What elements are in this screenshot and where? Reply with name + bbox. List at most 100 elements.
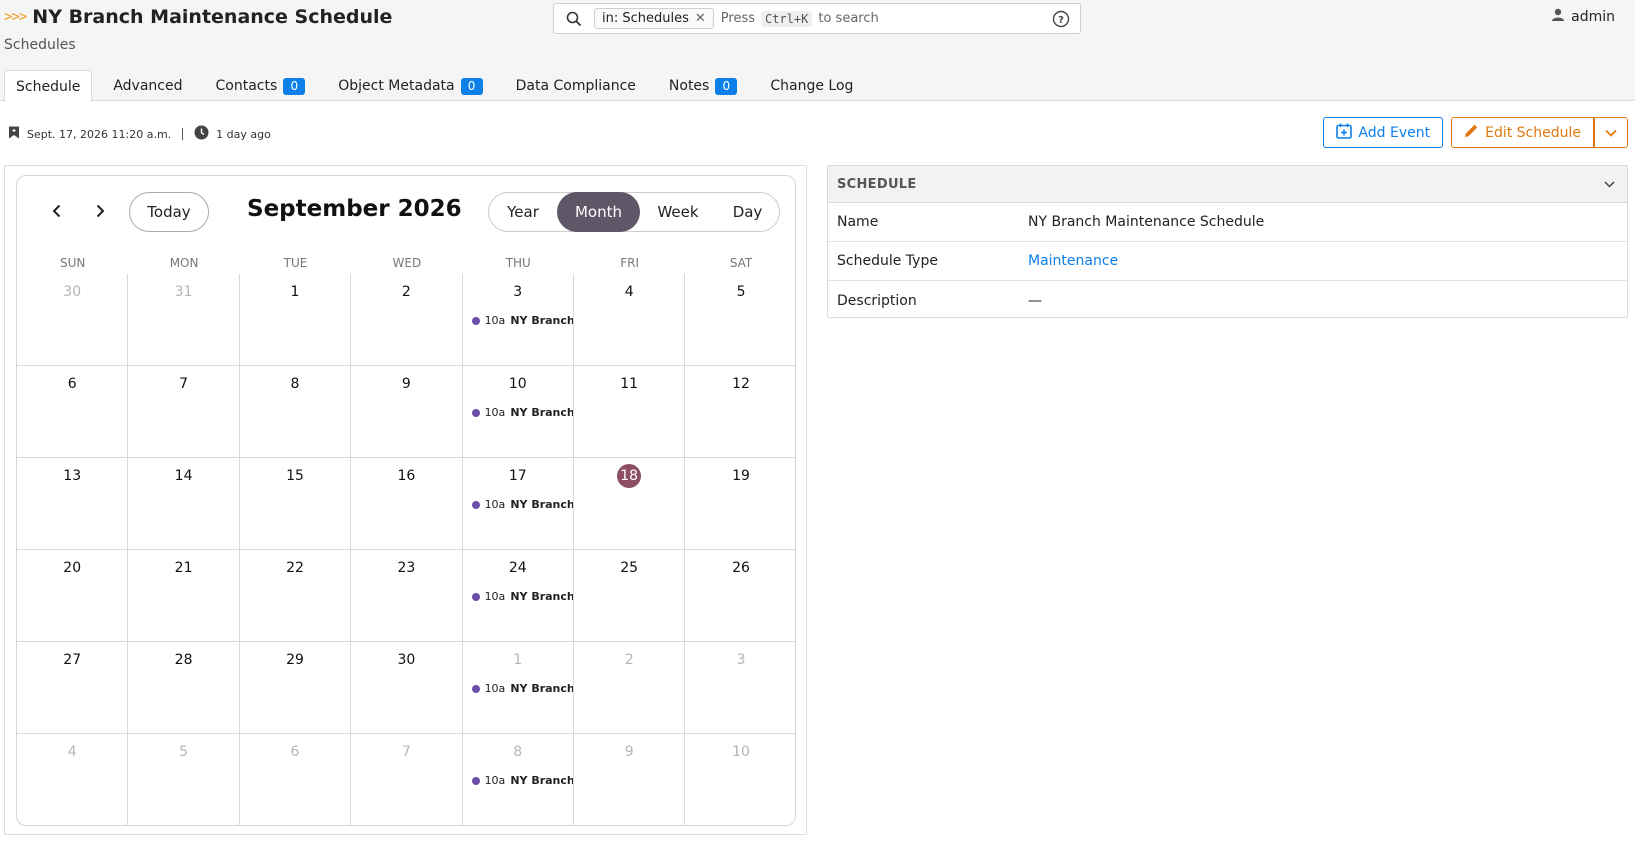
tab-notes[interactable]: Notes 0 [657,70,749,101]
view-year[interactable]: Year [489,192,557,232]
help-icon[interactable]: ? [1052,10,1070,32]
calendar-day[interactable]: 27 [17,642,129,733]
day-number[interactable]: 3 [463,284,573,300]
day-number[interactable]: 2 [351,284,461,300]
day-number[interactable]: 3 [685,652,795,668]
search-bar[interactable]: in: Schedules ✕ Press Ctrl+K to search ? [553,3,1081,34]
calendar-day[interactable]: 17 10a NY Branch Maintenance Schedule [463,458,574,549]
logo[interactable]: >>> [4,9,27,25]
calendar-day[interactable]: 14 [128,458,240,549]
day-number[interactable]: 6 [240,744,350,760]
tab-data-compliance[interactable]: Data Compliance [504,70,648,101]
calendar-day[interactable]: 7 [128,366,240,457]
calendar-day[interactable]: 9 [574,734,686,825]
calendar-day[interactable]: 3 10a NY Branch Maintenance Schedule [463,274,574,365]
calendar-event[interactable]: 10a NY Branch Maintenance Schedule [471,406,573,419]
calendar-day[interactable]: 24 10a NY Branch Maintenance Schedule [463,550,574,641]
breadcrumb[interactable]: Schedules [4,37,76,53]
calendar-day[interactable]: 9 [351,366,463,457]
day-number[interactable]: 20 [17,560,127,576]
calendar-event[interactable]: 10a NY Branch Maintenance Schedule [471,682,573,695]
calendar-day[interactable]: 6 [17,366,129,457]
calendar-day[interactable]: 18 [574,458,686,549]
calendar-day[interactable]: 4 [17,734,129,825]
tab-contacts[interactable]: Contacts 0 [204,70,318,101]
more-actions-button[interactable] [1594,117,1628,148]
calendar-day[interactable]: 12 [685,366,795,457]
day-number[interactable]: 30 [17,284,127,300]
day-number[interactable]: 19 [685,468,795,484]
chevron-down-icon[interactable] [1604,176,1615,192]
day-number[interactable]: 23 [351,560,461,576]
day-number[interactable]: 10 [463,376,573,392]
day-number[interactable]: 14 [128,468,238,484]
user-menu[interactable]: admin [1551,8,1615,26]
day-number[interactable]: 11 [574,376,684,392]
day-number[interactable]: 24 [463,560,573,576]
day-number[interactable]: 5 [685,284,795,300]
calendar-day[interactable]: 10 10a NY Branch Maintenance Schedule [463,366,574,457]
day-number[interactable]: 4 [574,284,684,300]
calendar-day[interactable]: 25 [574,550,686,641]
search-input[interactable]: Press Ctrl+K to search [721,10,879,27]
calendar-day[interactable]: 29 [240,642,352,733]
tab-object-metadata[interactable]: Object Metadata 0 [326,70,494,101]
day-number[interactable]: 28 [128,652,238,668]
day-number[interactable]: 7 [128,376,238,392]
calendar-day[interactable]: 19 [685,458,795,549]
calendar-day[interactable]: 1 10a NY Branch Maintenance Schedule [463,642,574,733]
day-number[interactable]: 17 [463,468,573,484]
calendar-day[interactable]: 16 [351,458,463,549]
calendar-event[interactable]: 10a NY Branch Maintenance Schedule [471,590,573,603]
day-number[interactable]: 29 [240,652,350,668]
day-number[interactable]: 25 [574,560,684,576]
calendar-day[interactable]: 31 [128,274,240,365]
today-button[interactable]: Today [129,192,209,232]
day-number[interactable]: 9 [574,744,684,760]
calendar-day[interactable]: 30 [17,274,129,365]
view-day[interactable]: Day [716,192,779,232]
calendar-day[interactable]: 23 [351,550,463,641]
day-number[interactable]: 12 [685,376,795,392]
day-number[interactable]: 5 [128,744,238,760]
calendar-day[interactable]: 8 [240,366,352,457]
day-number[interactable]: 8 [463,744,573,760]
calendar-day[interactable]: 5 [685,274,795,365]
calendar-day[interactable]: 28 [128,642,240,733]
view-week[interactable]: Week [640,192,716,232]
calendar-day[interactable]: 7 [351,734,463,825]
day-number[interactable]: 9 [351,376,461,392]
close-icon[interactable]: ✕ [695,11,706,26]
tab-change-log[interactable]: Change Log [758,70,865,101]
next-month-button[interactable] [89,200,111,222]
tab-advanced[interactable]: Advanced [101,70,194,101]
day-number[interactable]: 2 [574,652,684,668]
calendar-day[interactable]: 22 [240,550,352,641]
tab-schedule[interactable]: Schedule [4,70,93,102]
day-number[interactable]: 8 [240,376,350,392]
calendar-day[interactable]: 2 [574,642,686,733]
day-number[interactable]: 27 [17,652,127,668]
calendar-day[interactable]: 5 [128,734,240,825]
day-number[interactable]: 30 [351,652,461,668]
schedule-type-link[interactable]: Maintenance [1028,253,1118,269]
day-number[interactable]: 7 [351,744,461,760]
calendar-event[interactable]: 10a NY Branch Maintenance Schedule [471,498,573,511]
add-event-button[interactable]: Add Event [1323,117,1444,148]
calendar-day[interactable]: 10 [685,734,795,825]
calendar-day[interactable]: 1 [240,274,352,365]
calendar-day[interactable]: 11 [574,366,686,457]
calendar-day[interactable]: 26 [685,550,795,641]
day-number[interactable]: 21 [128,560,238,576]
edit-schedule-button[interactable]: Edit Schedule [1451,117,1594,148]
calendar-day[interactable]: 2 [351,274,463,365]
day-number[interactable]: 16 [351,468,461,484]
day-number[interactable]: 26 [685,560,795,576]
today-date[interactable]: 18 [574,464,684,488]
calendar-event[interactable]: 10a NY Branch Maintenance Schedule [471,314,573,327]
day-number[interactable]: 4 [17,744,127,760]
day-number[interactable]: 1 [463,652,573,668]
calendar-day[interactable]: 4 [574,274,686,365]
day-number[interactable]: 10 [685,744,795,760]
calendar-day[interactable]: 13 [17,458,129,549]
